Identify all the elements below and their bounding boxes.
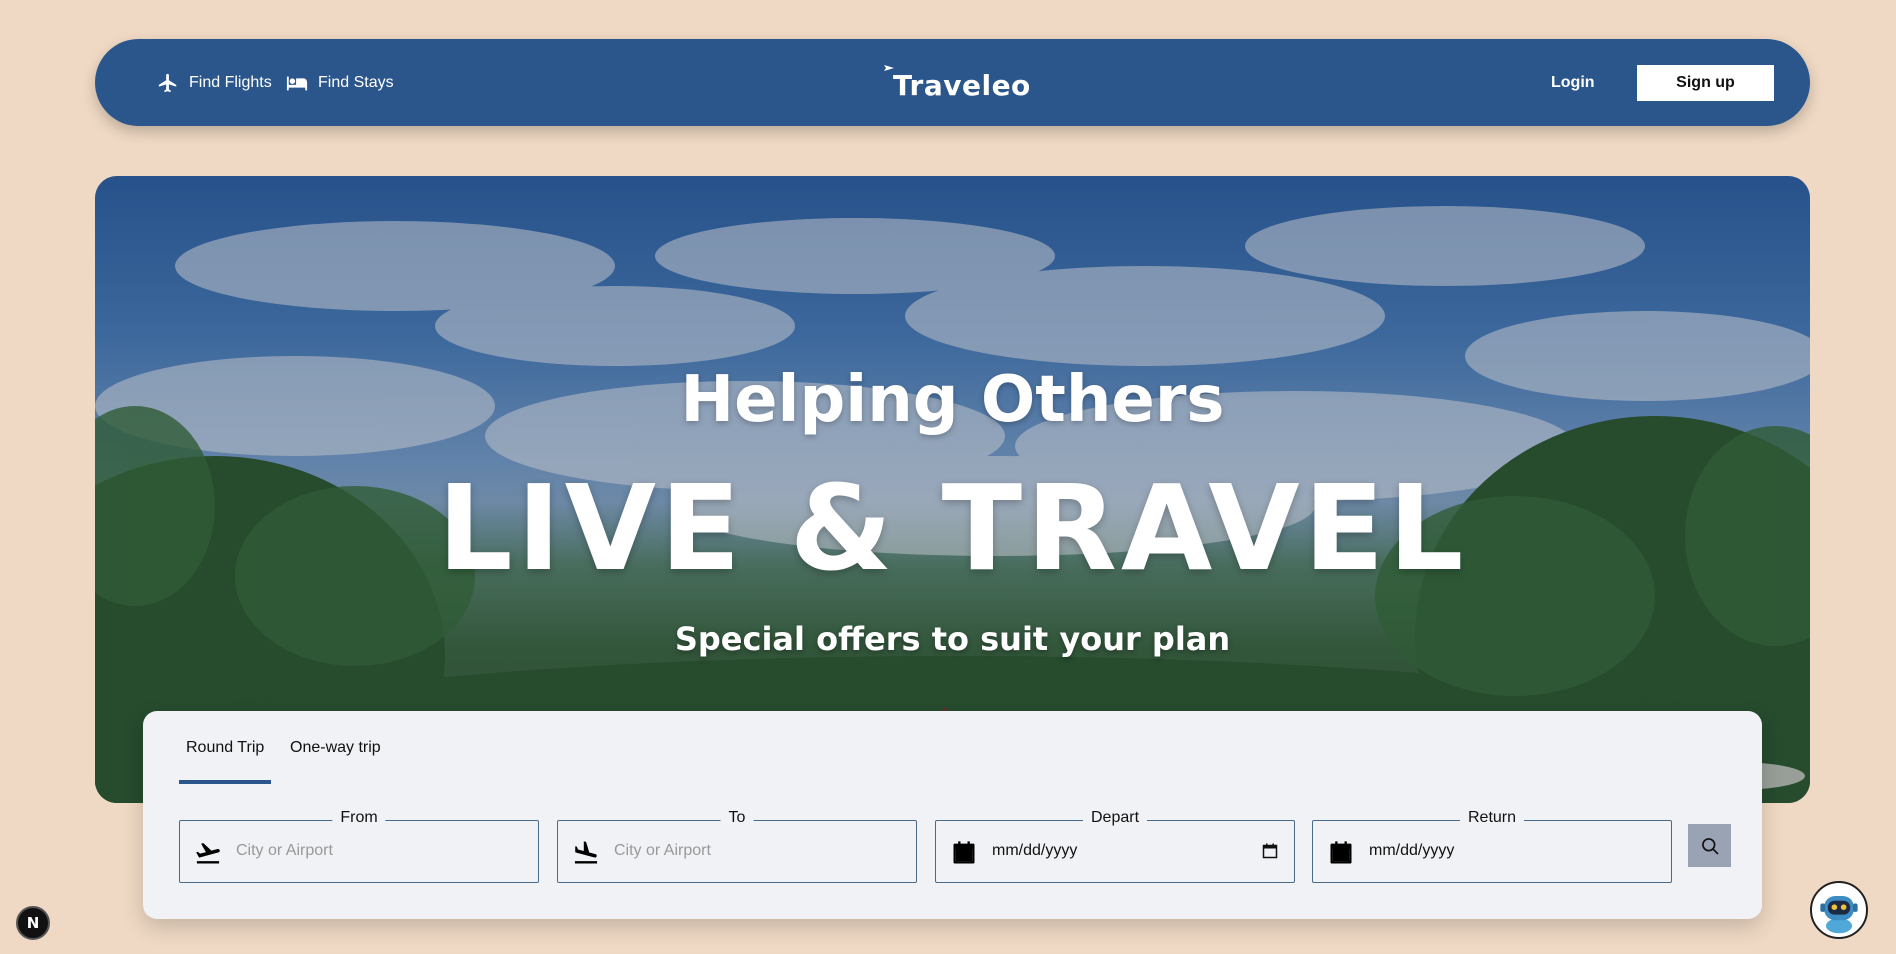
depart-label: Depart xyxy=(1082,809,1148,827)
chatbot-icon xyxy=(1813,884,1865,936)
search-button[interactable] xyxy=(1688,824,1731,867)
dev-tools-badge[interactable]: N xyxy=(16,906,50,940)
nav-find-flights-label: Find Flights xyxy=(189,73,272,91)
brand-logo[interactable]: Traveleo xyxy=(883,63,1031,102)
to-field[interactable]: To xyxy=(557,809,917,883)
depart-field[interactable]: Depart mm/dd/yyyy xyxy=(935,809,1295,883)
plane-icon xyxy=(158,73,177,92)
nav-find-flights[interactable]: Find Flights xyxy=(157,39,272,126)
to-input[interactable] xyxy=(614,821,894,881)
chatbot-button[interactable] xyxy=(1810,881,1868,939)
signup-button[interactable]: Sign up xyxy=(1637,65,1774,101)
from-field[interactable]: From xyxy=(179,809,539,883)
nav-find-stays[interactable]: Find Stays xyxy=(286,39,394,126)
landing-icon xyxy=(574,841,598,864)
tab-one-way-trip[interactable]: One-way trip xyxy=(283,711,388,784)
depart-date-input[interactable]: mm/dd/yyyy xyxy=(992,821,1077,881)
tab-round-trip[interactable]: Round Trip xyxy=(179,711,272,784)
return-label: Return xyxy=(1459,809,1525,827)
bed-icon xyxy=(286,76,308,90)
hero-banner: Helping Others LIVE & TRAVEL Special off… xyxy=(95,176,1810,803)
calendar-icon xyxy=(1330,841,1352,864)
calendar-icon xyxy=(953,841,975,864)
date-picker-icon[interactable] xyxy=(1262,843,1278,859)
navbar: Find Flights Find Stays Traveleo Login S… xyxy=(95,39,1810,126)
hero-heading: LIVE & TRAVEL xyxy=(437,459,1468,597)
hero-tagline: Special offers to suit your plan xyxy=(674,620,1231,658)
login-link[interactable]: Login xyxy=(1551,39,1595,126)
takeoff-icon xyxy=(196,843,220,864)
brand-name: Traveleo xyxy=(893,69,1031,102)
return-date-input[interactable]: mm/dd/yyyy xyxy=(1369,821,1454,881)
return-field[interactable]: Return mm/dd/yyyy xyxy=(1312,809,1672,883)
nav-find-stays-label: Find Stays xyxy=(318,73,394,91)
flight-search-panel: Round Trip One-way trip From To Depart m… xyxy=(143,711,1762,919)
hero-subheading: Helping Others xyxy=(680,363,1225,437)
from-input[interactable] xyxy=(236,821,516,881)
search-icon xyxy=(1701,837,1718,854)
